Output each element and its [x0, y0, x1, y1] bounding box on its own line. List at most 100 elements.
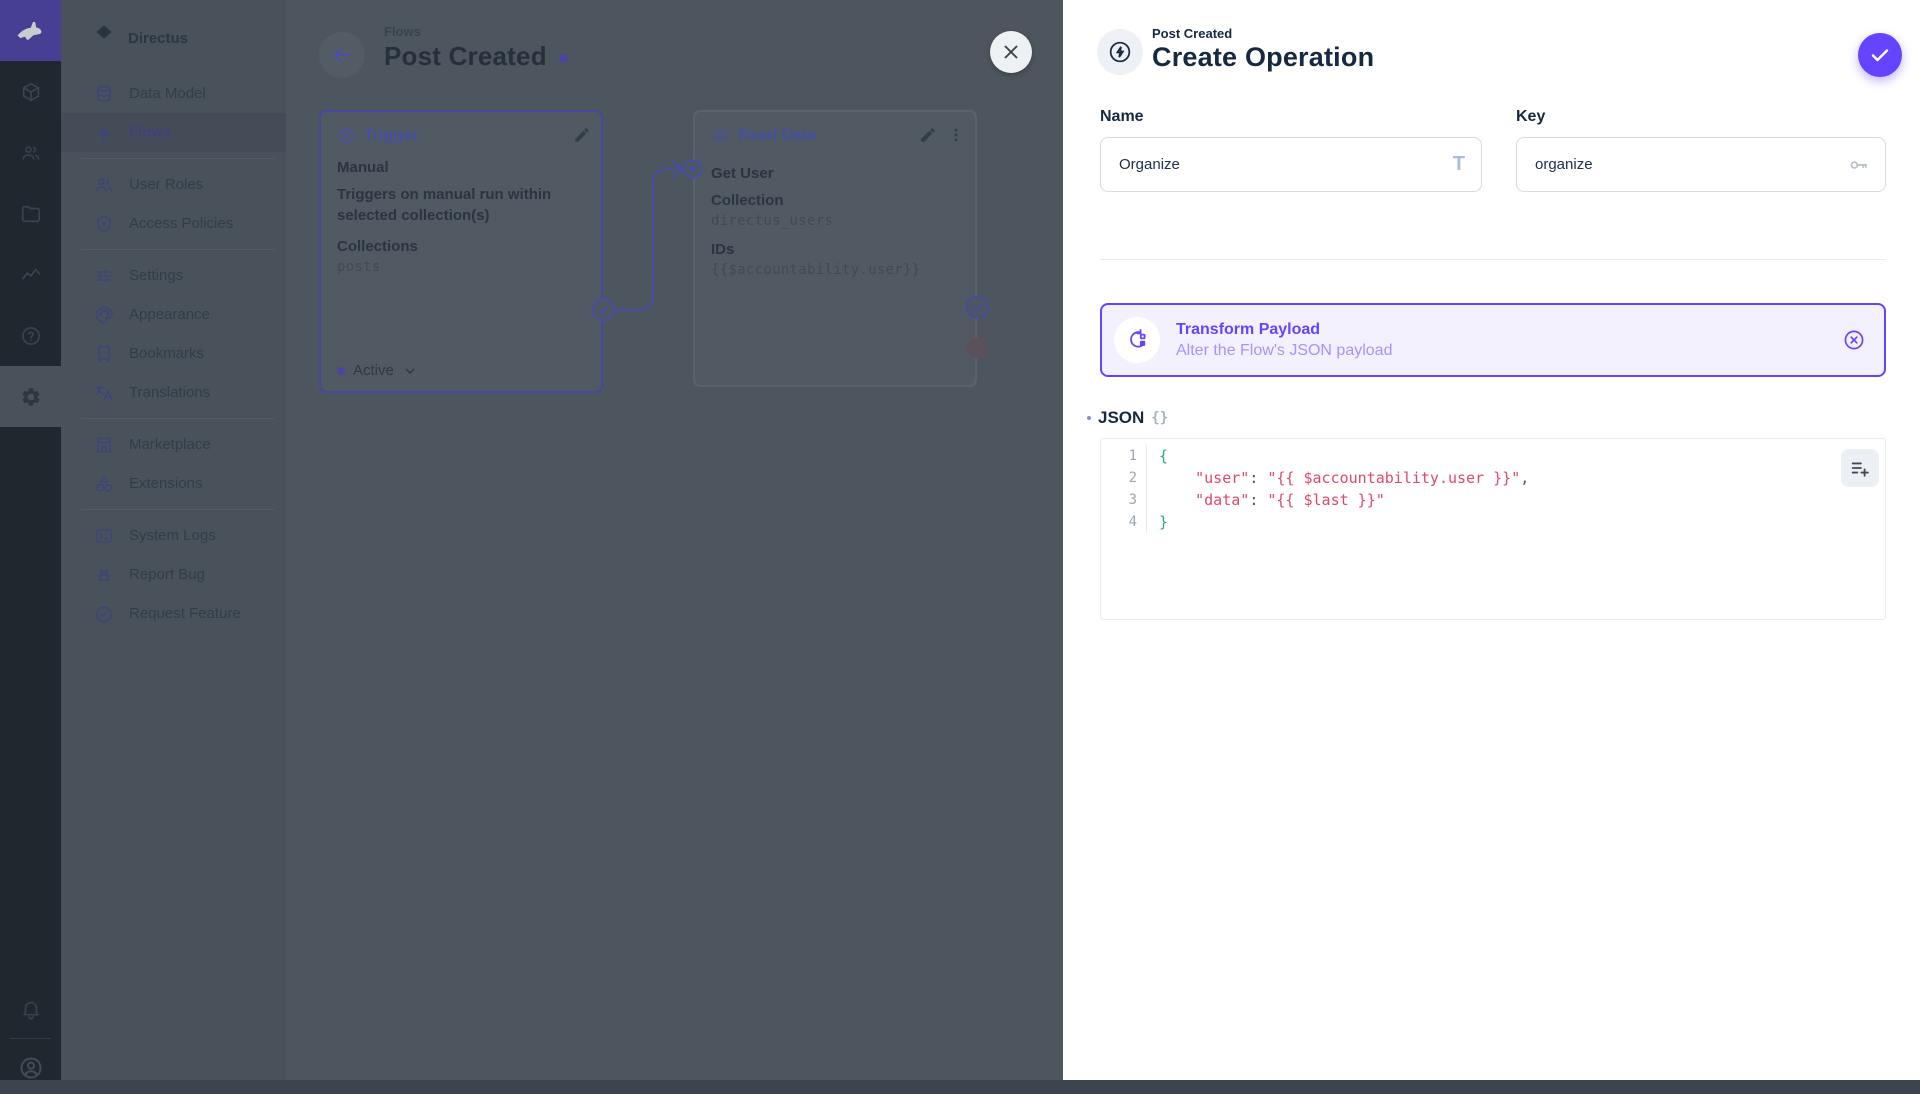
- check-icon: [1868, 43, 1892, 67]
- page-title: Post Created: [384, 41, 547, 71]
- operation-name: Get User: [711, 165, 774, 182]
- store-icon: [94, 435, 114, 455]
- sidebar-item-request-feature[interactable]: Request Feature: [61, 594, 286, 633]
- key-field[interactable]: [1516, 137, 1886, 192]
- save-operation-button[interactable]: [1858, 33, 1902, 77]
- kebab-menu-icon[interactable]: [947, 126, 965, 144]
- code-line[interactable]: 3 "data": "{{ $last }}": [1101, 489, 1885, 511]
- back-button[interactable]: [319, 32, 365, 78]
- sidebar-item-flows[interactable]: Flows: [61, 113, 286, 152]
- tune-icon: [94, 266, 114, 286]
- sidebar-item-data-model[interactable]: Data Model: [61, 74, 286, 113]
- gear-icon: [20, 386, 42, 408]
- sidebar-item-access-policies[interactable]: Access Policies: [61, 204, 286, 243]
- sidebar-item-settings[interactable]: Settings: [61, 256, 286, 295]
- directus-logo[interactable]: [0, 0, 61, 61]
- active-status-label: Active: [353, 362, 394, 379]
- code-line[interactable]: 4}: [1101, 511, 1885, 533]
- line-number: 1: [1101, 445, 1147, 467]
- module-content[interactable]: [0, 61, 61, 122]
- trigger-panel[interactable]: Trigger Manual Triggers on manual run wi…: [319, 110, 603, 393]
- key-input[interactable]: [1533, 155, 1847, 174]
- help-icon: [20, 325, 42, 347]
- sidebar: Directus Data Model Flows User Roles Access…: [61, 0, 286, 1080]
- trigger-description-line1: Triggers on manual run within: [337, 186, 552, 203]
- module-user-directory[interactable]: [0, 122, 61, 183]
- ids-value: {{$accountability.user}}: [711, 262, 921, 278]
- key-label: Key: [1516, 108, 1546, 125]
- flow-status-toggle[interactable]: Active: [337, 362, 418, 379]
- sidebar-divider: [81, 418, 274, 419]
- shield-icon: [94, 214, 114, 234]
- sidebar-item-label: Flows: [129, 124, 172, 141]
- drawer-header-icon-button: [1097, 29, 1143, 75]
- read-data-panel[interactable]: Read Data Get User Collection directus_u…: [693, 110, 977, 387]
- collection-label: Collection: [711, 192, 784, 209]
- sidebar-divider: [81, 158, 274, 159]
- name-field[interactable]: T: [1100, 137, 1482, 192]
- sidebar-item-bookmarks[interactable]: Bookmarks: [61, 334, 286, 373]
- deselect-operation-icon[interactable]: [1842, 328, 1866, 352]
- json-code-editor[interactable]: 1{2 "user": "{{ $accountability.user }}"…: [1100, 438, 1886, 620]
- raw-value-toggle-icon[interactable]: {}: [1151, 410, 1168, 426]
- project-switcher[interactable]: Directus: [61, 0, 286, 64]
- project-icon: [94, 22, 114, 42]
- operation-type-card[interactable]: Transform Payload Alter the Flow's JSON …: [1100, 303, 1886, 377]
- name-input[interactable]: [1117, 155, 1453, 174]
- rabbit-logo-icon: [14, 14, 48, 48]
- sidebar-item-label: User Roles: [129, 176, 204, 193]
- sidebar-item-report-bug[interactable]: Report Bug: [61, 555, 286, 594]
- code-line-content: }: [1159, 513, 1169, 531]
- sidebar-item-label: Marketplace: [129, 436, 211, 453]
- sidebar-item-label: Report Bug: [129, 566, 205, 583]
- module-bar: [0, 0, 61, 1080]
- sidebar-item-extensions[interactable]: Extensions: [61, 464, 286, 503]
- module-settings[interactable]: [0, 366, 61, 427]
- close-icon: [1000, 41, 1022, 63]
- module-docs[interactable]: [0, 305, 61, 366]
- insert-field-button[interactable]: [1841, 449, 1879, 487]
- sidebar-item-appearance[interactable]: Appearance: [61, 295, 286, 334]
- edit-trigger-icon[interactable]: [573, 126, 591, 144]
- module-file-library[interactable]: [0, 183, 61, 244]
- collection-value: directus_users: [711, 213, 834, 229]
- user-avatar-button[interactable]: [0, 1042, 61, 1094]
- bell-icon: [20, 998, 42, 1020]
- terminal-icon: [94, 526, 114, 546]
- code-line[interactable]: 2 "user": "{{ $accountability.user }}",: [1101, 467, 1885, 489]
- create-operation-drawer: Post Created Create Operation Name T Key: [1063, 0, 1920, 1080]
- circle-bolt-icon: [1107, 39, 1133, 65]
- code-line-content: {: [1159, 447, 1169, 465]
- sidebar-item-system-logs[interactable]: System Logs: [61, 516, 286, 555]
- breadcrumb[interactable]: Flows: [384, 24, 568, 39]
- field-edited-dot: [1087, 416, 1091, 420]
- sidebar-item-label: Request Feature: [129, 605, 241, 622]
- name-label: Name: [1100, 108, 1144, 125]
- close-drawer-button[interactable]: [990, 31, 1032, 73]
- sidebar-item-label: Extensions: [129, 475, 203, 492]
- line-number: 3: [1101, 489, 1147, 511]
- edit-operation-icon[interactable]: [919, 126, 937, 144]
- eye-icon: [711, 126, 730, 145]
- collections-label: Collections: [337, 238, 418, 255]
- key-icon: [1847, 154, 1869, 176]
- notifications-button[interactable]: [0, 978, 61, 1039]
- person-circle-icon: [18, 1055, 44, 1081]
- users-icon: [94, 175, 114, 195]
- module-insights[interactable]: [0, 244, 61, 305]
- active-status-dot: [337, 366, 345, 375]
- sidebar-item-user-roles[interactable]: User Roles: [61, 165, 286, 204]
- trigger-bolt-icon: [337, 126, 356, 145]
- list-plus-icon: [1849, 457, 1871, 479]
- sidebar-divider: [81, 509, 274, 510]
- bookmark-icon: [94, 344, 114, 364]
- json-field-label: JSON: [1098, 408, 1145, 427]
- sidebar-item-translations[interactable]: Translations: [61, 373, 286, 412]
- bug-icon: [94, 565, 114, 585]
- trigger-panel-title: Trigger: [364, 126, 419, 144]
- code-line[interactable]: 1{: [1101, 445, 1885, 467]
- sidebar-item-marketplace[interactable]: Marketplace: [61, 425, 286, 464]
- sidebar-item-label: Appearance: [129, 306, 210, 323]
- trigger-description-line2: selected collection(s): [337, 207, 490, 224]
- drawer-supertitle: Post Created: [1152, 26, 1233, 41]
